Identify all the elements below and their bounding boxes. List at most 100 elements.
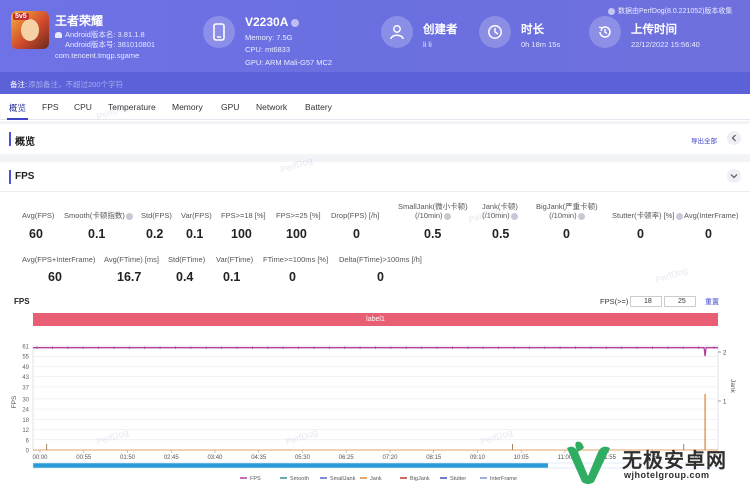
device-gpu: GPU: ARM Mali-G57 MC2 <box>245 58 333 67</box>
metric-label: Avg(InterFrame) <box>684 211 739 220</box>
metric-value: 0 <box>563 227 570 241</box>
metric-value: 0.2 <box>146 227 164 241</box>
legend-entry: BigJank <box>410 476 430 482</box>
creator-value: li li <box>423 40 432 49</box>
site-brand: 无极安卓网 wjhotelgroup.com <box>562 436 750 489</box>
x-tick-label: 02:45 <box>164 455 180 461</box>
metric-label: Drop(FPS) [/h] <box>331 211 380 220</box>
metric-label: Std(FPS) <box>141 211 172 220</box>
metric-label: Stutter(卡顿率) [%] <box>612 211 683 220</box>
reset-button[interactable]: 重置 <box>705 297 719 307</box>
metric-label: FPS>=25 [%] <box>276 211 321 220</box>
metric-value: 0 <box>289 270 296 284</box>
android-build: Android版本号: 381010801 <box>65 40 156 49</box>
upload-value: 22/12/2022 15:56:40 <box>631 40 700 49</box>
section-accent <box>9 170 11 184</box>
duration-title: 时长 <box>521 24 544 36</box>
metric-label: Var(FTime) <box>216 255 254 264</box>
report-header: 5v5 王者荣耀 Android版本名: 3.81.1.8 Android版本号… <box>0 0 750 72</box>
help-icon[interactable] <box>510 212 518 220</box>
chart-title: FPS <box>14 297 30 306</box>
fps-threshold-input-1[interactable]: 18 <box>630 296 662 307</box>
y-tick-label: 55 <box>22 355 29 361</box>
help-icon[interactable] <box>443 212 451 220</box>
metric-label: Avg(FTime) [ms] <box>104 255 160 264</box>
y-tick-label: 12 <box>22 428 29 434</box>
device-name: V2230A <box>245 15 300 29</box>
y-tick-label: 6 <box>26 438 30 444</box>
help-icon[interactable] <box>577 212 585 220</box>
brand-name: 无极安卓网 <box>622 450 727 472</box>
upload-title: 上传时间 <box>631 24 677 36</box>
info-icon[interactable] <box>291 18 300 27</box>
fps-header: FPS <box>0 162 750 192</box>
metric-value: 100 <box>231 227 252 241</box>
label-bar[interactable]: label1 <box>33 313 718 326</box>
tab-overview[interactable]: 概览 <box>9 102 26 114</box>
legend-entry: SmallJank <box>330 476 356 482</box>
metric-label: Var(FPS) <box>181 211 212 220</box>
duration-value: 0h 18m 15s <box>521 40 561 49</box>
time-scrollbar <box>33 463 548 468</box>
x-tick-label: 00:00 <box>32 455 48 461</box>
help-icon[interactable] <box>125 212 133 220</box>
y-tick-label: 61 <box>22 345 29 351</box>
spacer <box>0 154 750 162</box>
y2-tick-label: 1 <box>723 400 727 406</box>
brand-url: wjhotelgroup.com <box>624 470 710 480</box>
y-tick-label: 49 <box>22 365 29 371</box>
x-tick-label: 09:10 <box>470 455 486 461</box>
note-input[interactable]: 添加备注，不超过200个字符 <box>28 79 123 90</box>
metric-label: Delta(FTime)>100ms [/h] <box>339 255 422 264</box>
y-tick-label: 24 <box>22 408 29 414</box>
help-icon[interactable] <box>675 212 683 220</box>
legend-entry: FPS <box>250 476 261 482</box>
legend-entry: Smooth <box>290 476 309 482</box>
metric-value: 60 <box>48 270 62 284</box>
legend-entry: Stutter <box>450 476 466 482</box>
metric-label: FTime>=100ms [%] <box>263 255 329 264</box>
collapse-overview-button[interactable] <box>727 131 741 145</box>
x-tick-label: 05:30 <box>295 455 311 461</box>
overview-header: 概览 导出全部 <box>0 124 750 154</box>
clock-icon <box>479 16 511 48</box>
metric-label: FPS>=18 [%] <box>221 211 266 220</box>
x-tick-label: 01:50 <box>120 455 136 461</box>
export-all-button[interactable]: 导出全部 <box>691 135 717 145</box>
y2-tick-label: 2 <box>723 351 727 357</box>
x-tick-label: 03:40 <box>207 455 223 461</box>
history-icon <box>589 16 621 48</box>
metric-value: 0 <box>705 227 712 241</box>
tab-battery[interactable]: Battery <box>305 102 332 112</box>
package-name: com.tencent.tmgp.sgame <box>55 51 140 60</box>
y-tick-label: 37 <box>22 385 29 391</box>
phone-icon <box>203 16 235 48</box>
game-name: 王者荣耀 <box>55 14 104 28</box>
creator-title: 创建者 <box>423 24 458 36</box>
chart-legend: FPS Smooth SmallJank Jank BigJank Stutter Inte… <box>240 476 517 482</box>
metric-value: 0.5 <box>424 227 442 241</box>
info-icon <box>608 7 615 15</box>
tab-network[interactable]: Network <box>256 102 287 112</box>
x-tick-label: 00:55 <box>76 455 92 461</box>
metric-value: 100 <box>286 227 307 241</box>
metric-value: 0.4 <box>176 270 194 284</box>
fps-threshold-input-2[interactable]: 25 <box>664 296 696 307</box>
metric-value: 0 <box>353 227 360 241</box>
tab-fps[interactable]: FPS <box>42 102 59 112</box>
metric-value: 16.7 <box>117 270 142 284</box>
plot-area <box>32 345 719 451</box>
y2-axis-label: Jank <box>729 379 736 393</box>
tab-gpu[interactable]: GPU <box>221 102 239 112</box>
y-axis-label: FPS <box>11 395 18 408</box>
note-bar: 备注: 添加备注，不超过200个字符 <box>0 72 750 94</box>
tab-cpu[interactable]: CPU <box>74 102 92 112</box>
metric-value: 0.1 <box>88 227 106 241</box>
data-source: 数据由PerfDog(8.0.221052)版本收集 <box>608 6 732 16</box>
collapse-fps-button[interactable] <box>727 169 741 183</box>
metric-value: 0.1 <box>223 270 241 284</box>
tab-memory[interactable]: Memory <box>172 102 203 112</box>
device-cpu: CPU: mt6833 <box>245 45 291 54</box>
section-accent <box>9 132 11 146</box>
device-memory: Memory: 7.5G <box>245 33 293 42</box>
